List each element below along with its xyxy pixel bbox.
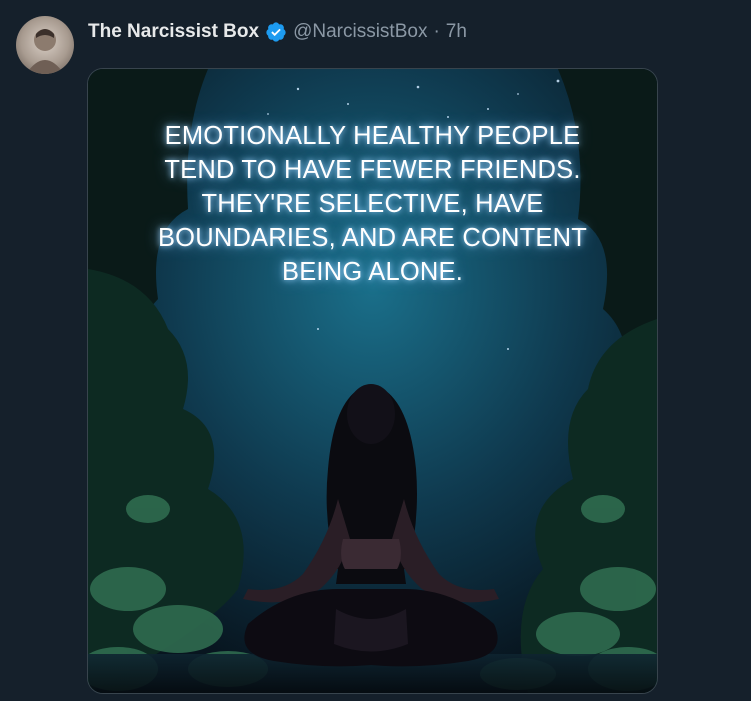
quote-line: THEY'RE SELECTIVE, HAVE xyxy=(201,190,544,218)
quote-line: BOUNDARIES, AND ARE CONTENT xyxy=(157,224,588,252)
image-quote-text: EMOTIONALLY HEALTHY PEOPLE TEND TO HAVE … xyxy=(88,119,657,289)
author-name[interactable]: The Narcissist Box xyxy=(88,21,259,43)
profile-avatar-icon xyxy=(26,29,64,74)
author-avatar[interactable] xyxy=(16,16,74,74)
quote-line: EMOTIONALLY HEALTHY PEOPLE xyxy=(164,122,581,150)
tweet: The Narcissist Box @NarcissistBox · 7h E… xyxy=(0,0,751,701)
author-handle[interactable]: @NarcissistBox xyxy=(293,21,427,43)
tweet-timestamp[interactable]: 7h xyxy=(446,21,467,43)
verified-badge-icon xyxy=(266,22,286,42)
quote-line: TEND TO HAVE FEWER FRIENDS. xyxy=(164,156,581,184)
header-separator: · xyxy=(433,21,440,42)
tweet-header: The Narcissist Box @NarcissistBox · 7h xyxy=(88,18,467,46)
tweet-image[interactable]: EMOTIONALLY HEALTHY PEOPLE TEND TO HAVE … xyxy=(87,68,658,694)
quote-line: BEING ALONE. xyxy=(282,258,463,286)
